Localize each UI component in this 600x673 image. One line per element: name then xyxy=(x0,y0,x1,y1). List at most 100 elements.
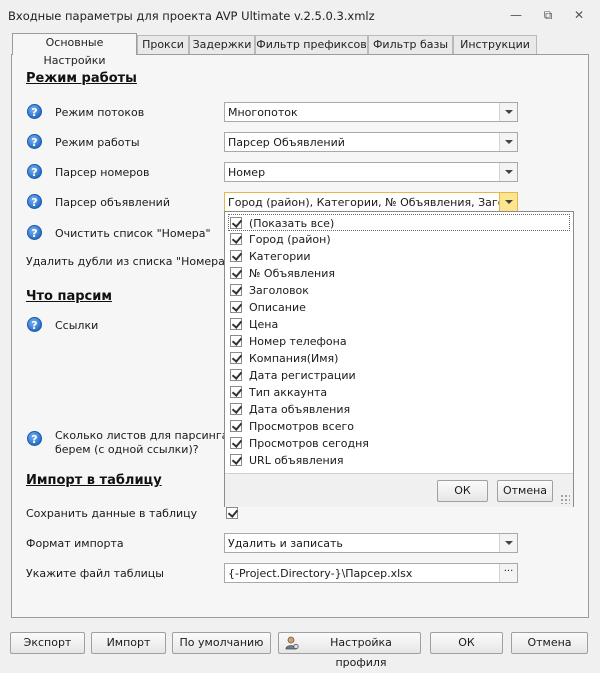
checkbox[interactable] xyxy=(230,217,242,229)
checkbox[interactable] xyxy=(230,233,242,245)
close-icon[interactable]: ✕ xyxy=(568,6,590,24)
dropdown-item-show-all[interactable]: (Показать все) xyxy=(228,214,570,231)
checkbox[interactable] xyxy=(230,284,242,296)
help-icon[interactable]: ? xyxy=(27,194,42,209)
dropdown-item-label: Цена xyxy=(249,318,279,331)
tab-main-settings[interactable]: Основные Настройки xyxy=(12,33,137,67)
tab-instructions[interactable]: Инструкции xyxy=(453,35,537,54)
checkbox[interactable] xyxy=(230,386,242,398)
checkbox[interactable] xyxy=(230,301,242,313)
profile-settings-button[interactable]: Настройка профиля xyxy=(278,632,421,669)
dropdown-item[interactable]: Цена xyxy=(229,316,569,333)
dropdown-item[interactable]: Просмотров сегодня xyxy=(229,435,569,452)
clear-list-label: Очистить список "Номера" xyxy=(55,227,211,240)
profile-settings-label: Настройка профиля xyxy=(330,636,392,669)
ads-parser-label: Парсер объявлений xyxy=(55,196,170,209)
dropdown-ok-button[interactable]: ОК xyxy=(437,480,488,502)
user-gear-icon xyxy=(285,636,299,650)
tab-proxy[interactable]: Прокси xyxy=(137,35,189,54)
threads-select[interactable]: Многопоток xyxy=(224,102,518,122)
threads-value: Многопоток xyxy=(228,106,298,119)
dropdown-item-label: Просмотров сегодня xyxy=(249,437,369,450)
chevron-down-icon[interactable] xyxy=(499,103,517,121)
import-format-value: Удалить и записать xyxy=(228,537,343,550)
dropdown-item[interactable]: Заголовок xyxy=(229,282,569,299)
dropdown-item[interactable]: Компания(Имя) xyxy=(229,350,569,367)
dropdown-item-label: Компания(Имя) xyxy=(249,352,339,365)
threads-label: Режим потоков xyxy=(55,106,145,119)
dropdown-item[interactable]: Дата объявления xyxy=(229,401,569,418)
import-format-label: Формат импорта xyxy=(26,537,124,550)
chevron-down-icon[interactable] xyxy=(499,163,517,181)
links-label: Ссылки xyxy=(55,319,99,332)
help-icon[interactable]: ? xyxy=(27,104,42,119)
checkbox[interactable] xyxy=(230,352,242,364)
minimize-icon[interactable]: — xyxy=(505,6,527,24)
section-import-title: Импорт в таблицу xyxy=(26,473,162,488)
help-icon[interactable]: ? xyxy=(27,134,42,149)
title-bar: Входные параметры для проекта AVP Ultima… xyxy=(0,0,600,32)
table-file-label: Укажите файл таблицы xyxy=(26,567,164,580)
dropdown-item-label: Тип аккаунта xyxy=(249,386,328,399)
checkbox[interactable] xyxy=(230,437,242,449)
dropdown-item-label: Категории xyxy=(249,250,311,263)
dropdown-item-label: Город (район) xyxy=(249,233,331,246)
resize-grip-icon[interactable] xyxy=(560,494,570,504)
dropdown-item[interactable]: Просмотров всего xyxy=(229,418,569,435)
dropdown-item[interactable]: Номер телефона xyxy=(229,333,569,350)
export-button[interactable]: Экспорт xyxy=(10,632,85,654)
help-icon[interactable]: ? xyxy=(27,317,42,332)
checkbox[interactable] xyxy=(230,267,242,279)
remove-dupes-label: Удалить дубли из списка "Номера" xyxy=(26,255,230,268)
dropdown-item[interactable]: Категории xyxy=(229,248,569,265)
dropdown-item[interactable]: Дата регистрации xyxy=(229,367,569,384)
cancel-button[interactable]: Отмена xyxy=(511,632,588,654)
ads-parser-value: Город (район), Категории, № Объявления, … xyxy=(228,196,500,209)
help-icon[interactable]: ? xyxy=(27,164,42,179)
chevron-down-icon[interactable] xyxy=(499,193,517,211)
chevron-down-icon[interactable] xyxy=(499,133,517,151)
ok-button[interactable]: ОК xyxy=(430,632,503,654)
table-file-value: {-Project.Directory-}\Парсер.xlsx xyxy=(228,567,413,580)
dropdown-item-label: Заголовок xyxy=(249,284,309,297)
help-icon[interactable]: ? xyxy=(27,431,42,446)
checkbox[interactable] xyxy=(230,403,242,415)
help-icon[interactable]: ? xyxy=(27,225,42,240)
dropdown-item[interactable]: Тип аккаунта xyxy=(229,384,569,401)
number-parser-value: Номер xyxy=(228,166,266,179)
checkbox[interactable] xyxy=(230,369,242,381)
ads-parser-select[interactable]: Город (район), Категории, № Объявления, … xyxy=(224,192,518,212)
dropdown-item-label: Дата регистрации xyxy=(249,369,356,382)
work-mode-select[interactable]: Парсер Объявлений xyxy=(224,132,518,152)
sheets-count-label-2: берем (с одной ссылки)? xyxy=(55,443,199,456)
dropdown-cancel-button[interactable]: Отмена xyxy=(497,480,553,502)
checkbox[interactable] xyxy=(230,454,242,466)
restore-icon[interactable]: ⧉ xyxy=(537,6,559,24)
default-button[interactable]: По умолчанию xyxy=(172,632,271,654)
dropdown-item-label: Номер телефона xyxy=(249,335,347,348)
dropdown-item-label: URL объявления xyxy=(249,454,344,467)
dropdown-item[interactable]: URL объявления xyxy=(229,452,569,469)
checkbox[interactable] xyxy=(230,250,242,262)
tab-prefix-filter[interactable]: Фильтр префиксов xyxy=(255,35,368,54)
checkbox[interactable] xyxy=(230,318,242,330)
dropdown-item-label: № Объявления xyxy=(249,267,336,280)
checkbox[interactable] xyxy=(230,335,242,347)
dropdown-item[interactable]: Город (район) xyxy=(229,231,569,248)
tab-delays[interactable]: Задержки xyxy=(189,35,255,54)
table-file-input[interactable]: {-Project.Directory-}\Парсер.xlsx ··· xyxy=(224,563,518,583)
dropdown-footer: ОК Отмена xyxy=(225,473,573,507)
dropdown-item[interactable]: № Объявления xyxy=(229,265,569,282)
save-to-table-checkbox[interactable] xyxy=(226,507,238,519)
number-parser-select[interactable]: Номер xyxy=(224,162,518,182)
dropdown-item[interactable]: Описание xyxy=(229,299,569,316)
import-format-select[interactable]: Удалить и записать xyxy=(224,533,518,553)
section-what-title: Что парсим xyxy=(26,289,112,304)
import-button[interactable]: Импорт xyxy=(91,632,166,654)
browse-button[interactable]: ··· xyxy=(499,564,517,582)
tab-base-filter[interactable]: Фильтр базы xyxy=(368,35,453,54)
save-to-table-label: Сохранить данные в таблицу xyxy=(26,507,198,520)
work-mode-value: Парсер Объявлений xyxy=(228,136,345,149)
checkbox[interactable] xyxy=(230,420,242,432)
chevron-down-icon[interactable] xyxy=(499,534,517,552)
